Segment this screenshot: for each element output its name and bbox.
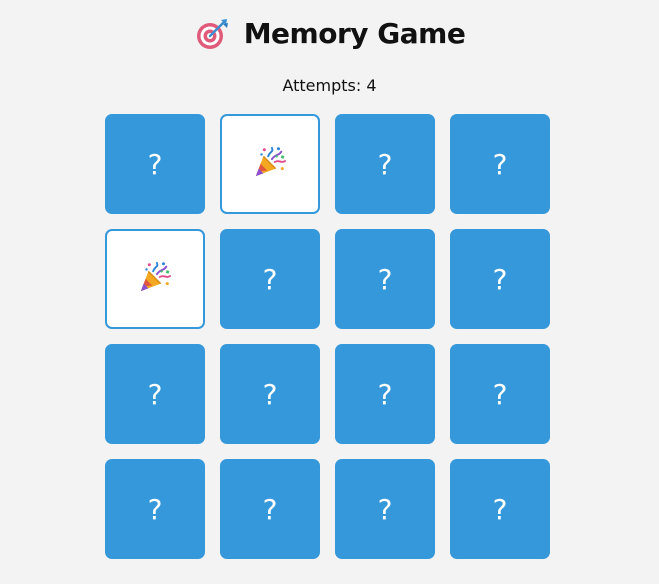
card-grid: ?????????????? [105, 114, 550, 559]
memory-card[interactable] [220, 114, 320, 214]
game-header: Memory Game [0, 14, 659, 54]
party-popper-icon [253, 145, 287, 183]
memory-card[interactable]: ? [220, 344, 320, 444]
card-question-mark: ? [492, 147, 508, 181]
card-question-mark: ? [262, 377, 278, 411]
card-question-mark: ? [377, 377, 393, 411]
dart-target-icon [194, 16, 230, 52]
memory-card[interactable]: ? [335, 114, 435, 214]
memory-card[interactable]: ? [450, 229, 550, 329]
memory-card[interactable]: ? [450, 114, 550, 214]
memory-card[interactable]: ? [450, 344, 550, 444]
memory-card[interactable]: ? [105, 344, 205, 444]
memory-card[interactable]: ? [335, 229, 435, 329]
card-question-mark: ? [147, 147, 163, 181]
page-title: Memory Game [243, 17, 466, 50]
card-question-mark: ? [377, 147, 393, 181]
memory-card[interactable]: ? [105, 459, 205, 559]
attempts-counter: Attempts: 4 [282, 76, 377, 95]
memory-card[interactable]: ? [220, 229, 320, 329]
card-question-mark: ? [147, 377, 163, 411]
card-question-mark: ? [262, 492, 278, 526]
card-question-mark: ? [492, 377, 508, 411]
memory-card[interactable]: ? [220, 459, 320, 559]
card-question-mark: ? [377, 492, 393, 526]
memory-card[interactable]: ? [450, 459, 550, 559]
card-question-mark: ? [262, 262, 278, 296]
memory-card[interactable]: ? [105, 114, 205, 214]
card-question-mark: ? [492, 492, 508, 526]
memory-card[interactable] [105, 229, 205, 329]
memory-card[interactable]: ? [335, 459, 435, 559]
party-popper-icon [138, 260, 172, 298]
card-question-mark: ? [147, 492, 163, 526]
memory-card[interactable]: ? [335, 344, 435, 444]
card-question-mark: ? [492, 262, 508, 296]
card-question-mark: ? [377, 262, 393, 296]
